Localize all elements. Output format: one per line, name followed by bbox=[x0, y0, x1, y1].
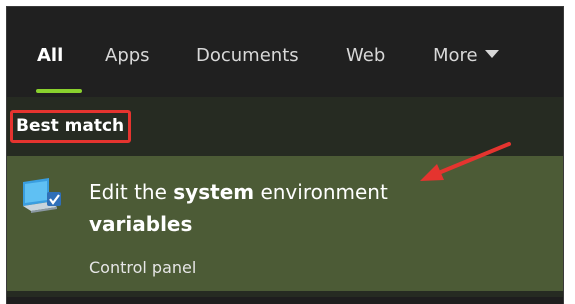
result-title-prefix: Edit the bbox=[89, 180, 174, 204]
tab-all[interactable]: All bbox=[37, 45, 63, 66]
tab-more[interactable]: More bbox=[433, 45, 499, 66]
result-title-bold: system bbox=[173, 180, 255, 204]
best-match-heading: Best match bbox=[10, 110, 132, 143]
active-tab-indicator bbox=[36, 89, 82, 93]
filter-tabs: All Apps Documents Web More bbox=[7, 7, 563, 97]
system-properties-icon bbox=[23, 178, 61, 213]
result-title-line2: variables bbox=[89, 212, 193, 236]
tab-more-label: More bbox=[433, 45, 478, 66]
chevron-down-icon bbox=[484, 50, 499, 58]
tab-apps[interactable]: Apps bbox=[105, 45, 150, 66]
search-flyout: All Apps Documents Web More Best match E… bbox=[6, 6, 564, 304]
search-results: Best match Edit the system environment va… bbox=[7, 97, 563, 304]
result-title: Edit the system environment variables bbox=[89, 176, 449, 240]
tab-web[interactable]: Web bbox=[346, 45, 385, 66]
result-title-middle: environment bbox=[254, 180, 388, 204]
result-subtitle: Control panel bbox=[89, 258, 197, 277]
best-match-result[interactable]: Edit the system environment variables Con… bbox=[7, 156, 563, 291]
tab-documents[interactable]: Documents bbox=[196, 45, 299, 66]
screenshot-frame: All Apps Documents Web More Best match E… bbox=[0, 0, 575, 304]
